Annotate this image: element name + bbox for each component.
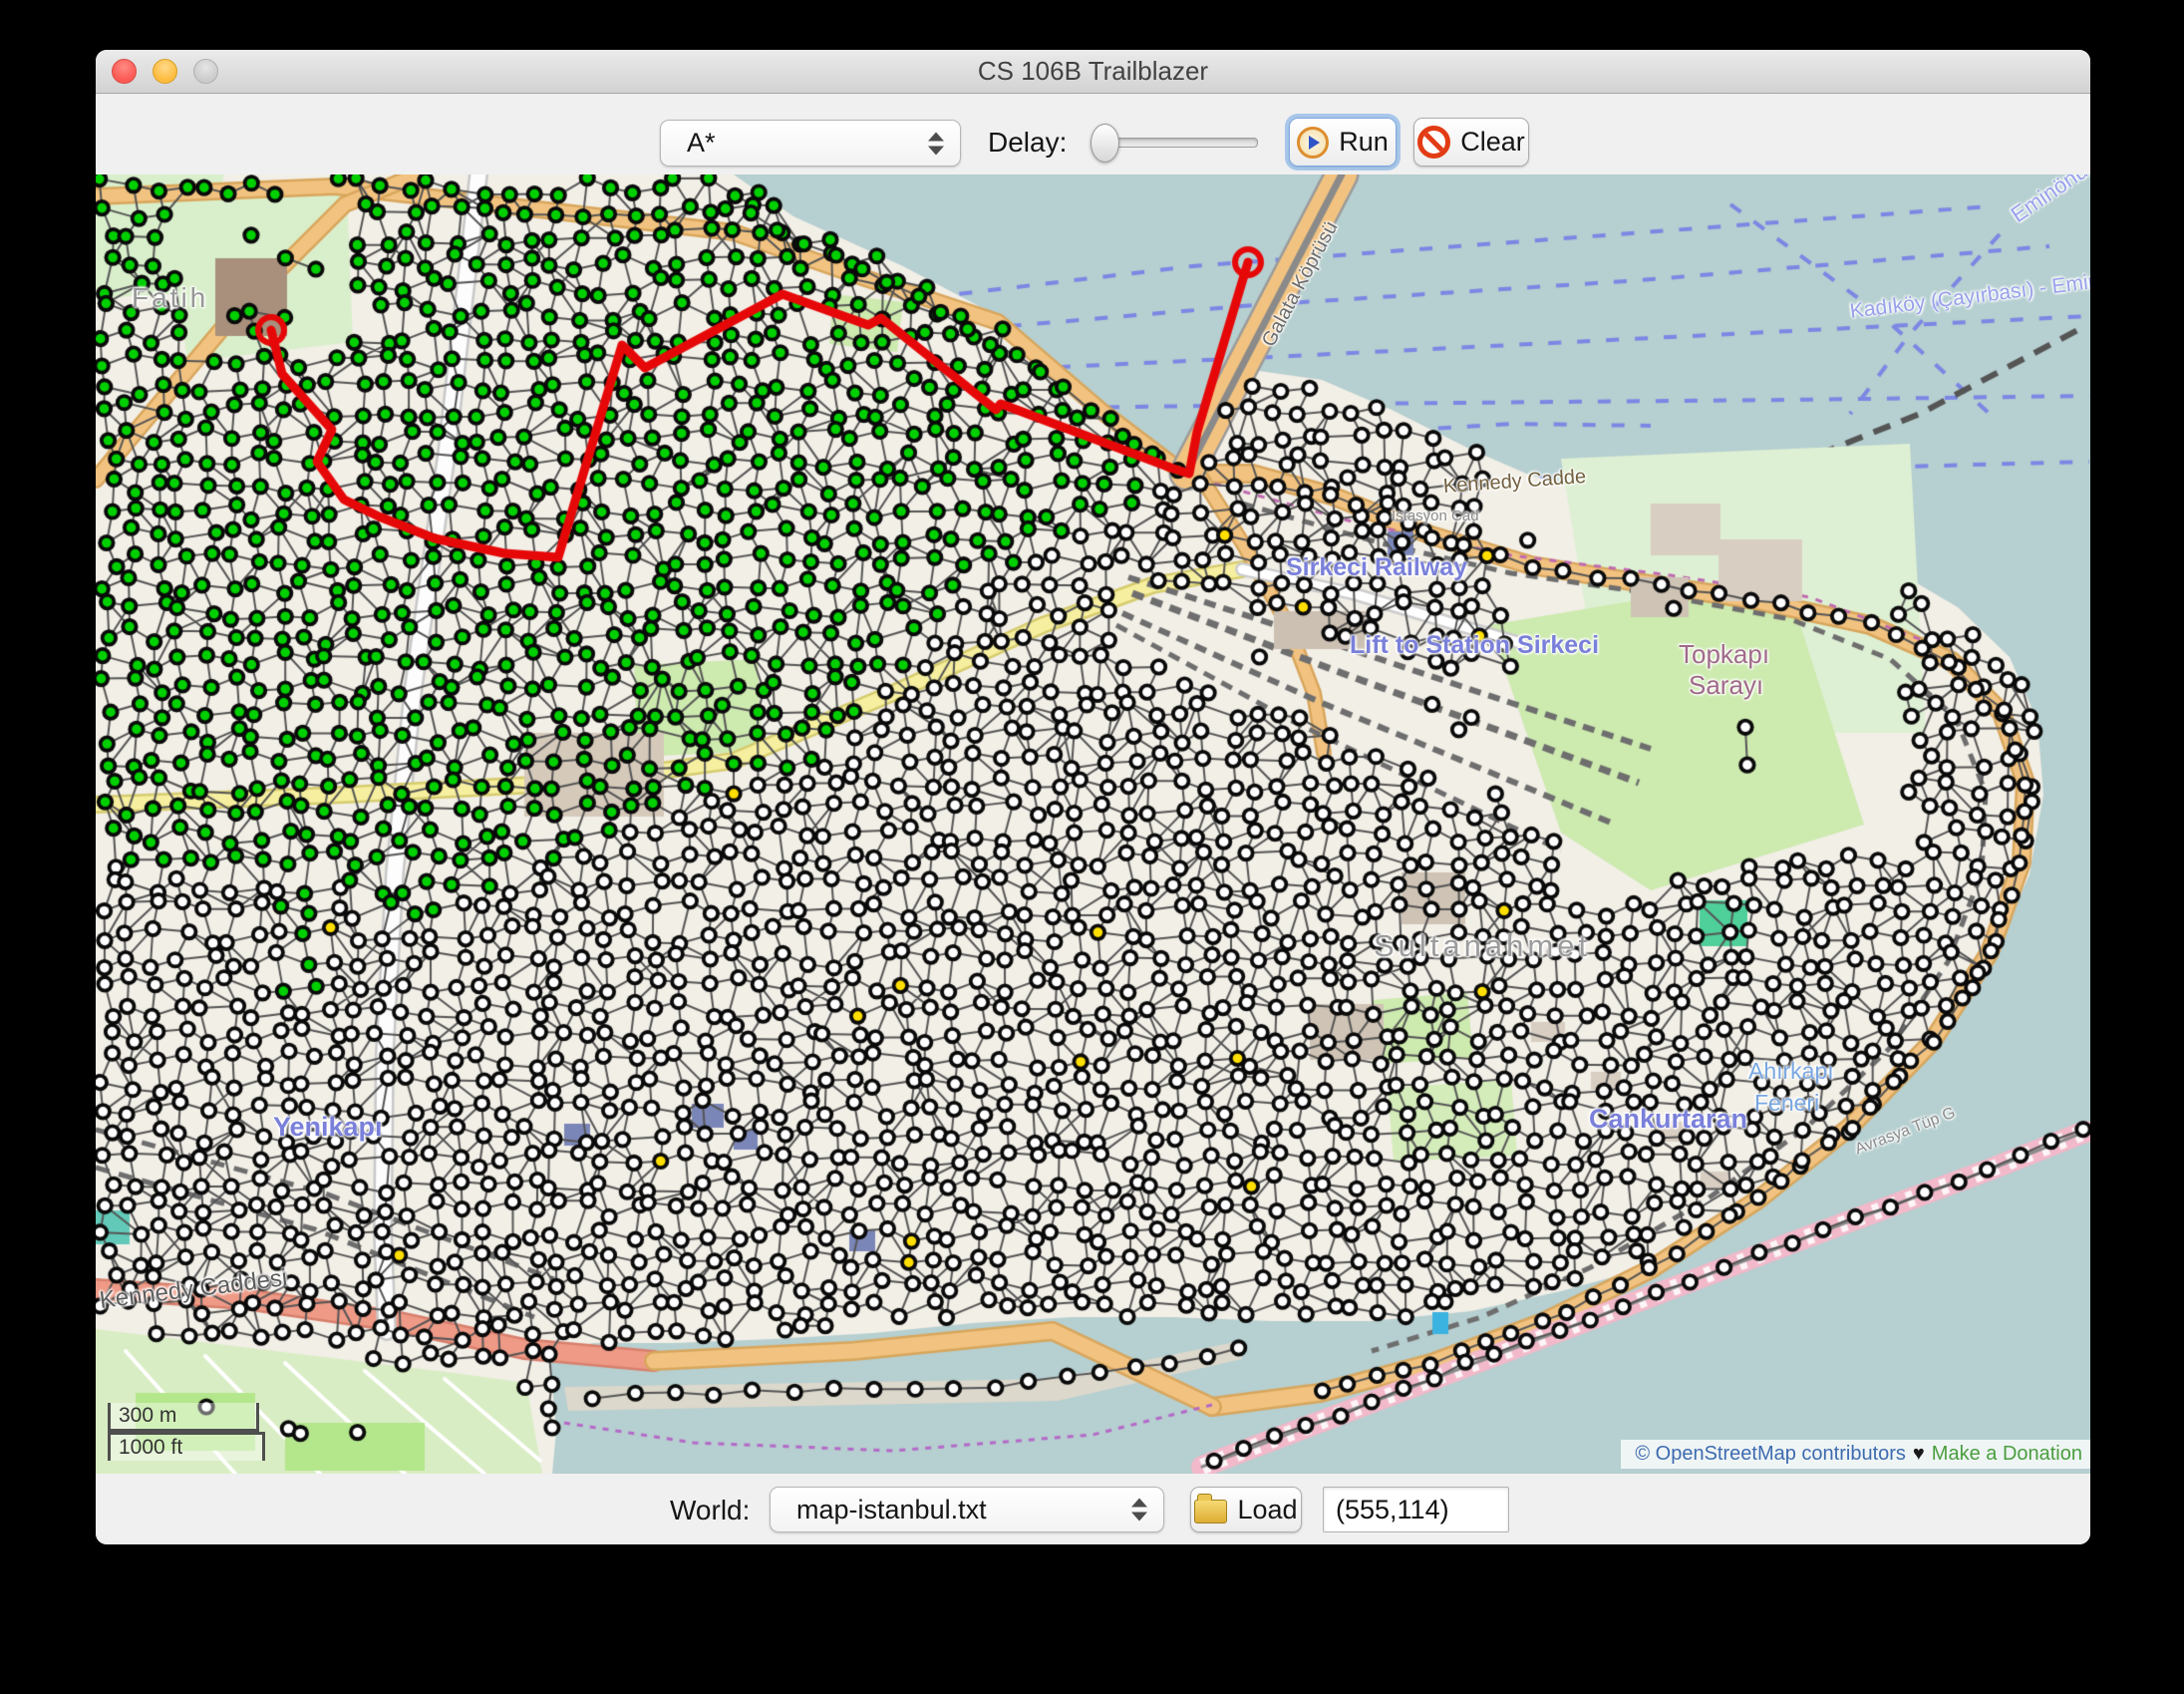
bottom-bar: World: map-istanbul.txt Load: [96, 1474, 2090, 1544]
algorithm-value: A*: [661, 128, 716, 159]
clear-button[interactable]: Clear: [1413, 118, 1529, 167]
toolbar: A* Delay: Run Clear: [96, 94, 2090, 174]
position-field[interactable]: [1323, 1487, 1509, 1532]
delay-label: Delay:: [988, 127, 1067, 159]
algorithm-select[interactable]: A*: [660, 120, 961, 167]
donation-link[interactable]: Make a Donation: [1932, 1443, 2082, 1466]
app-window: CS 106B Trailblazer A* Delay: Run Clear …: [96, 50, 2090, 1544]
map-canvas[interactable]: [96, 174, 2090, 1474]
scale-bar: 300 m 1000 ft: [108, 1403, 265, 1461]
folder-icon: [1194, 1500, 1227, 1524]
osm-attribution-link[interactable]: © OpenStreetMap contributors: [1635, 1443, 1906, 1466]
scale-metric: 300 m: [108, 1403, 259, 1432]
world-label: World:: [670, 1495, 750, 1526]
title-bar[interactable]: CS 106B Trailblazer: [96, 50, 2090, 94]
combo-arrows-icon: [928, 132, 944, 155]
close-button[interactable]: [112, 59, 137, 84]
load-button-label: Load: [1237, 1495, 1297, 1525]
clear-icon: [1417, 126, 1450, 159]
load-button[interactable]: Load: [1190, 1487, 1302, 1532]
combo-arrows-icon: [1131, 1499, 1147, 1522]
clear-button-label: Clear: [1460, 127, 1525, 158]
map-area: FatihEminönüKadıköy (Çayırbası) - EminöG…: [96, 174, 2090, 1474]
window-title: CS 106B Trailblazer: [96, 50, 2090, 93]
heart-icon: ♥: [1913, 1443, 1925, 1466]
world-value: map-istanbul.txt: [771, 1495, 987, 1525]
zoom-button[interactable]: [193, 59, 218, 84]
slider-thumb[interactable]: [1091, 124, 1119, 163]
scale-imperial: 1000 ft: [108, 1432, 265, 1461]
world-select[interactable]: map-istanbul.txt: [770, 1487, 1164, 1532]
run-button[interactable]: Run: [1289, 118, 1397, 167]
map-attribution: © OpenStreetMap contributors ♥ Make a Do…: [1621, 1440, 2090, 1469]
delay-slider[interactable]: [1094, 124, 1264, 164]
minimize-button[interactable]: [153, 59, 177, 84]
run-button-label: Run: [1339, 127, 1389, 158]
run-icon: [1297, 127, 1329, 159]
